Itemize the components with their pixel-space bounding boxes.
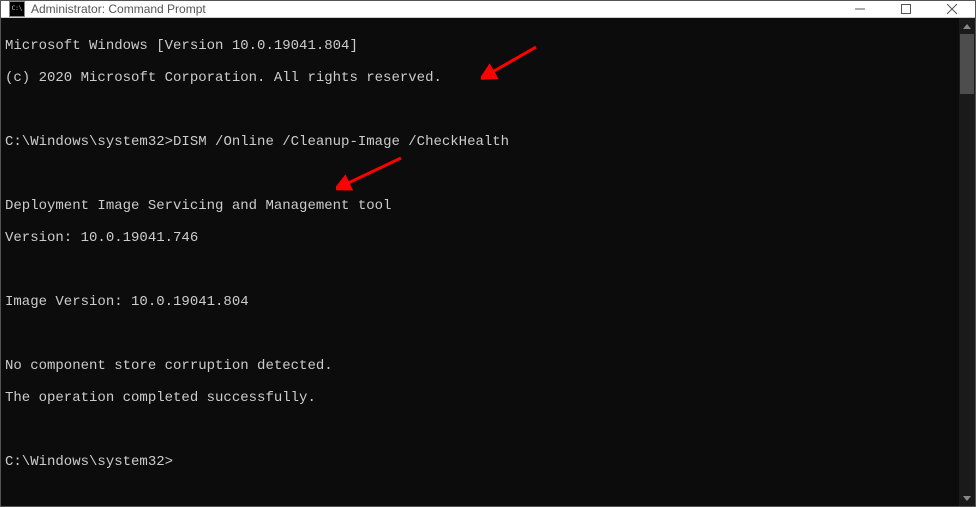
- blank-line: [5, 166, 955, 182]
- output-line: Microsoft Windows [Version 10.0.19041.80…: [5, 38, 955, 54]
- blank-line: [5, 422, 955, 438]
- console-area: Microsoft Windows [Version 10.0.19041.80…: [1, 18, 975, 506]
- output-line: Deployment Image Servicing and Managemen…: [5, 198, 955, 214]
- scroll-down-arrow-icon[interactable]: [959, 490, 975, 506]
- prompt-path: C:\Windows\system32>: [5, 454, 173, 470]
- window-controls: [837, 1, 975, 17]
- close-button[interactable]: [929, 1, 975, 17]
- command-text: DISM /Online /Cleanup-Image /CheckHealth: [173, 134, 509, 150]
- prompt-path: C:\Windows\system32>: [5, 134, 173, 150]
- maximize-icon: [901, 4, 911, 14]
- output-line: Image Version: 10.0.19041.804: [5, 294, 955, 310]
- scroll-up-arrow-icon[interactable]: [959, 18, 975, 34]
- prompt-line: C:\Windows\system32>: [5, 454, 955, 470]
- window-title: Administrator: Command Prompt: [31, 2, 837, 16]
- command-prompt-window: Administrator: Command Prompt Microsoft …: [0, 0, 976, 507]
- blank-line: [5, 102, 955, 118]
- minimize-icon: [855, 4, 865, 14]
- prompt-line: C:\Windows\system32>DISM /Online /Cleanu…: [5, 134, 955, 150]
- maximize-button[interactable]: [883, 1, 929, 17]
- output-line: The operation completed successfully.: [5, 390, 955, 406]
- cmd-icon: [9, 1, 25, 17]
- output-line: Version: 10.0.19041.746: [5, 230, 955, 246]
- minimize-button[interactable]: [837, 1, 883, 17]
- titlebar[interactable]: Administrator: Command Prompt: [1, 1, 975, 18]
- blank-line: [5, 326, 955, 342]
- output-line: (c) 2020 Microsoft Corporation. All righ…: [5, 70, 955, 86]
- close-icon: [947, 4, 957, 14]
- scroll-thumb[interactable]: [960, 34, 974, 94]
- vertical-scrollbar[interactable]: [959, 18, 975, 506]
- blank-line: [5, 262, 955, 278]
- console-output[interactable]: Microsoft Windows [Version 10.0.19041.80…: [1, 18, 959, 506]
- output-line: No component store corruption detected.: [5, 358, 955, 374]
